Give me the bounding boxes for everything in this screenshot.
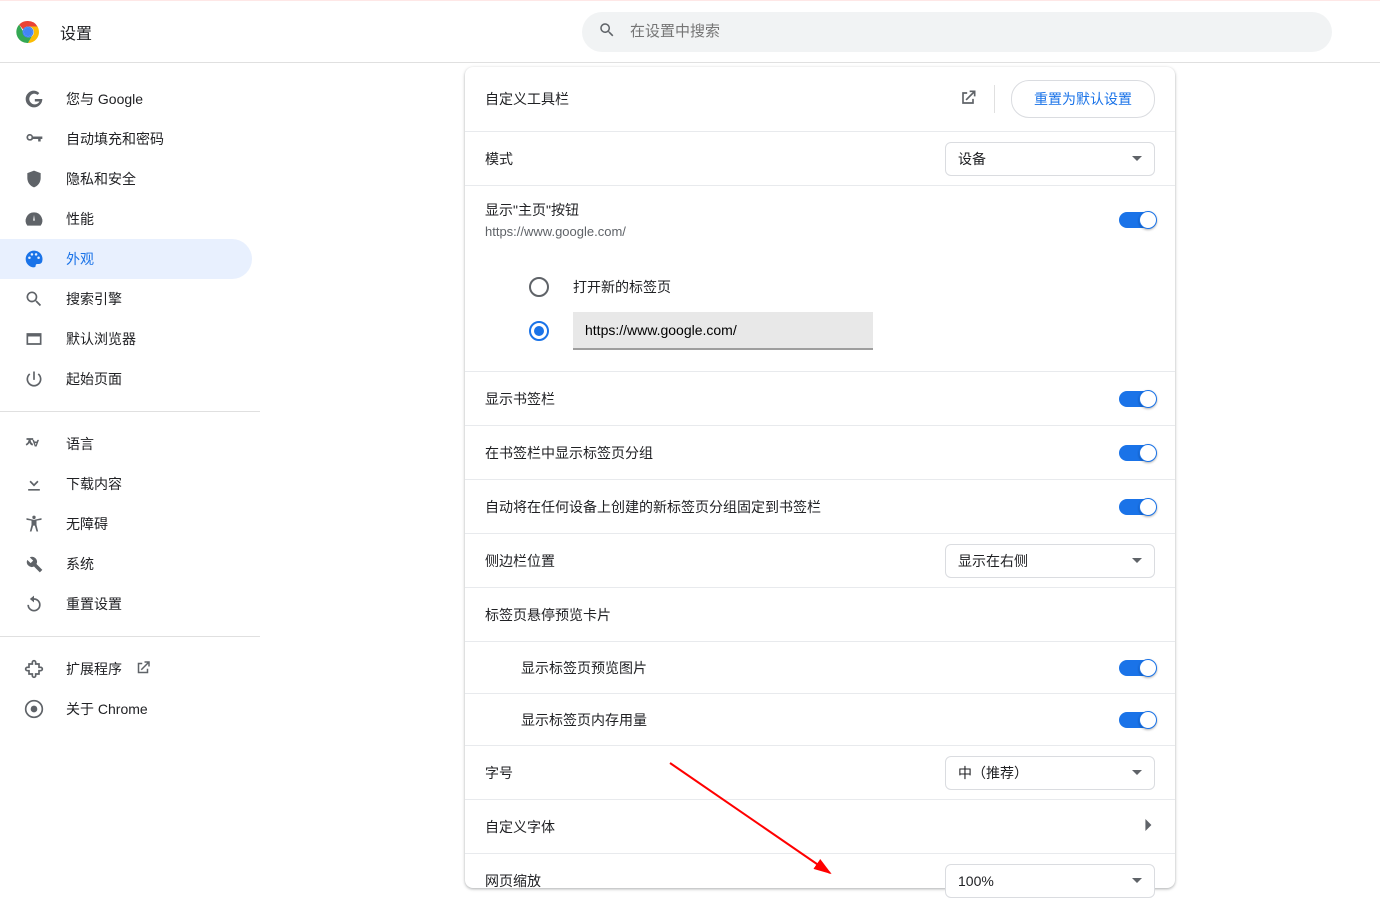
speedometer-icon: [24, 209, 44, 229]
row-show-preview-image: 显示标签页预览图片: [465, 641, 1175, 693]
home-button-radio-group: 打开新的标签页: [465, 253, 1175, 371]
row-hover-card-title: 标签页悬停预览卡片: [465, 587, 1175, 641]
pin-tab-groups-toggle[interactable]: [1119, 499, 1155, 515]
search-input[interactable]: [630, 23, 1316, 40]
shield-icon: [24, 169, 44, 189]
search-box[interactable]: [582, 12, 1332, 52]
chevron-down-icon: [1132, 873, 1142, 889]
sidebar-item-privacy[interactable]: 隐私和安全: [0, 159, 252, 199]
wrench-icon: [24, 554, 44, 574]
font-size-select[interactable]: 中（推荐）: [945, 756, 1155, 790]
page-title: 设置: [60, 20, 92, 44]
palette-icon: [24, 249, 44, 269]
home-url-input[interactable]: [573, 312, 873, 350]
sidebar-item-downloads[interactable]: 下载内容: [0, 464, 252, 504]
reset-to-default-button[interactable]: 重置为默认设置: [1011, 80, 1155, 118]
row-show-memory-usage: 显示标签页内存用量: [465, 693, 1175, 745]
sidebar-item-default-browser[interactable]: 默认浏览器: [0, 319, 252, 359]
reset-icon: [24, 594, 44, 614]
bookmarks-bar-toggle[interactable]: [1119, 391, 1155, 407]
download-icon: [24, 474, 44, 494]
row-side-panel: 侧边栏位置 显示在右侧: [465, 533, 1175, 587]
row-custom-fonts[interactable]: 自定义字体: [465, 799, 1175, 853]
search-icon: [598, 21, 630, 42]
settings-panel: 自定义工具栏 重置为默认设置 模式 设备 显示"主页"按钮 https://ww…: [465, 67, 1175, 888]
key-icon: [24, 129, 44, 149]
translate-icon: [24, 434, 44, 454]
row-font-size: 字号 中（推荐）: [465, 745, 1175, 799]
content-area: 自定义工具栏 重置为默认设置 模式 设备 显示"主页"按钮 https://ww…: [260, 63, 1380, 908]
side-panel-select[interactable]: 显示在右侧: [945, 544, 1155, 578]
sidebar-item-appearance[interactable]: 外观: [0, 239, 252, 279]
search-icon: [24, 289, 44, 309]
page-zoom-select[interactable]: 100%: [945, 864, 1155, 898]
power-icon: [24, 369, 44, 389]
memory-usage-toggle[interactable]: [1119, 712, 1155, 728]
chevron-down-icon: [1132, 553, 1142, 569]
mode-select[interactable]: 设备: [945, 142, 1155, 176]
browser-icon: [24, 329, 44, 349]
sidebar-item-about[interactable]: 关于 Chrome: [0, 689, 252, 729]
sidebar-item-on-startup[interactable]: 起始页面: [0, 359, 252, 399]
open-in-new-icon: [134, 659, 152, 680]
extension-icon: [24, 659, 44, 679]
chevron-down-icon: [1132, 151, 1142, 167]
sidebar-item-reset[interactable]: 重置设置: [0, 584, 252, 624]
sidebar-item-search-engine[interactable]: 搜索引擎: [0, 279, 252, 319]
divider: [994, 85, 995, 113]
sidebar-item-you-and-google[interactable]: 您与 Google: [0, 79, 252, 119]
row-show-tab-groups: 在书签栏中显示标签页分组: [465, 425, 1175, 479]
chevron-right-icon: [1143, 819, 1155, 834]
google-g-icon: [24, 89, 44, 109]
tab-groups-toggle[interactable]: [1119, 445, 1155, 461]
sidebar-item-extensions[interactable]: 扩展程序: [0, 649, 252, 689]
divider: [0, 411, 260, 412]
sidebar-item-accessibility[interactable]: 无障碍: [0, 504, 252, 544]
preview-image-toggle[interactable]: [1119, 660, 1155, 676]
row-page-zoom: 网页缩放 100%: [465, 853, 1175, 907]
sidebar-item-system[interactable]: 系统: [0, 544, 252, 584]
sidebar-item-languages[interactable]: 语言: [0, 424, 252, 464]
radio-newtab[interactable]: [529, 277, 549, 297]
accessibility-icon: [24, 514, 44, 534]
chevron-down-icon: [1132, 765, 1142, 781]
chrome-logo-icon: [16, 20, 40, 44]
chrome-icon: [24, 699, 44, 719]
row-customize-toolbar[interactable]: 自定义工具栏 重置为默认设置: [465, 67, 1175, 131]
divider: [0, 636, 260, 637]
sidebar-item-autofill[interactable]: 自动填充和密码: [0, 119, 252, 159]
row-pin-tab-groups: 自动将在任何设备上创建的新标签页分组固定到书签栏: [465, 479, 1175, 533]
header: 设置: [0, 1, 1380, 63]
sidebar-item-performance[interactable]: 性能: [0, 199, 252, 239]
open-in-new-icon: [958, 88, 978, 111]
row-home-button: 显示"主页"按钮 https://www.google.com/: [465, 185, 1175, 253]
row-show-bookmarks-bar: 显示书签栏: [465, 371, 1175, 425]
home-button-toggle[interactable]: [1119, 212, 1155, 228]
sidebar: 您与 Google 自动填充和密码 隐私和安全 性能 外观 搜索引擎 默认浏览器: [0, 63, 260, 908]
row-mode: 模式 设备: [465, 131, 1175, 185]
radio-custom-url[interactable]: [529, 321, 549, 341]
